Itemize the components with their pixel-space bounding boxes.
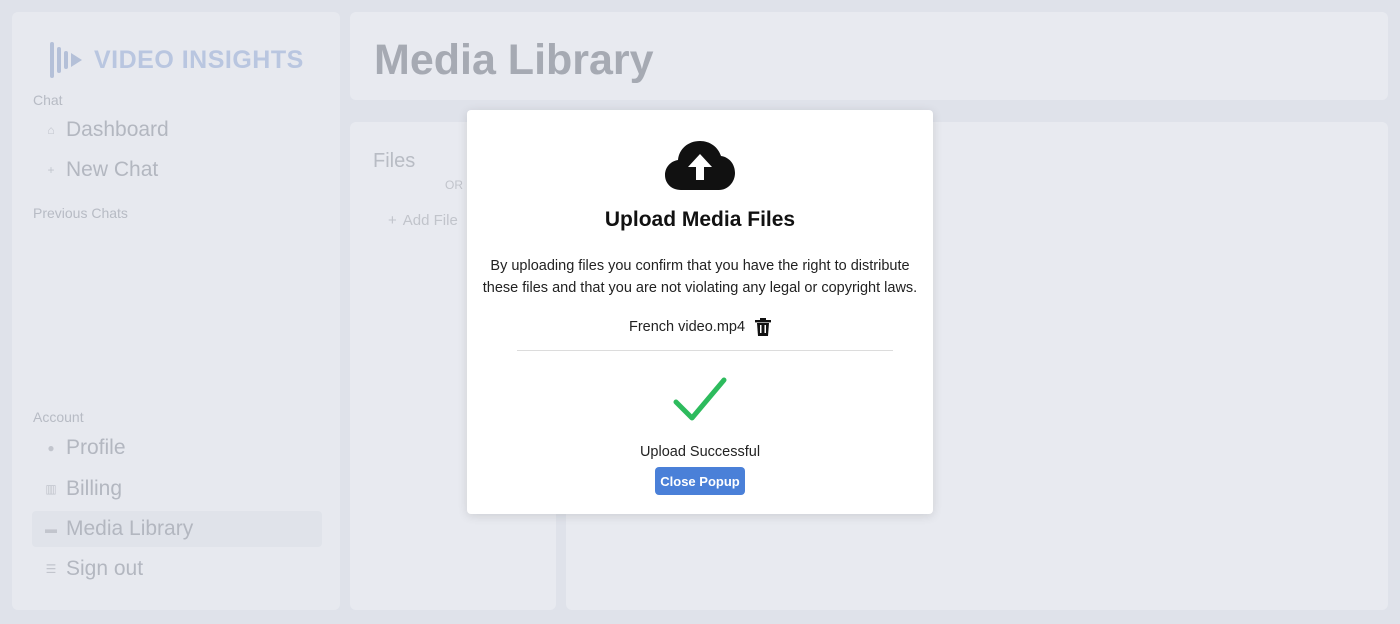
logo-icon [48,42,84,78]
upload-status: Upload Successful [639,444,761,460]
sidebar-item-label: Profile [66,436,126,459]
success-check-icon [673,377,727,421]
sidebar-item-profile[interactable]: ● Profile [32,430,322,466]
close-popup-button[interactable]: Close Popup [655,467,745,495]
sidebar: VIDEO INSIGHTS Chat ⌂ Dashboard + New Ch… [12,12,340,610]
add-file-label: Add File [402,212,458,229]
sidebar-item-new-chat[interactable]: + New Chat [32,152,322,188]
file-name: French video.mp4 [628,319,746,335]
cloud-upload-icon [665,141,735,190]
modal-description: By uploading files you confirm that you … [482,258,918,296]
sidebar-item-label: New Chat [66,158,159,181]
brand-name: VIDEO INSIGHTS [94,45,304,74]
sidebar-item-label: Billing [66,477,123,500]
trash-icon[interactable] [755,318,772,336]
section-label-chat: Chat [33,92,63,108]
sidebar-item-label: Media Library [66,517,194,540]
sidebar-item-sign-out[interactable]: ☰ Sign out [32,551,322,587]
sidebar-item-dashboard[interactable]: ⌂ Dashboard [32,112,322,148]
folder-icon: ▬ [45,522,57,536]
modal-title: Upload Media Files [604,208,796,231]
brand-logo[interactable]: VIDEO INSIGHTS [48,42,304,78]
plus-icon: + [47,163,55,177]
sign-out-icon: ☰ [45,562,57,576]
section-label-account: Account [33,409,84,425]
plus-icon: + [388,212,397,229]
sidebar-item-label: Sign out [66,557,144,580]
user-icon: ● [47,441,55,455]
add-file-button[interactable]: + Add File [388,212,458,229]
divider [517,350,893,351]
upload-modal: Upload Media Files By uploading files yo… [467,110,933,514]
sidebar-item-label: Dashboard [66,118,169,141]
sidebar-item-media-library[interactable]: ▬ Media Library [32,511,322,547]
page-title: Media Library [374,36,654,84]
billing-icon: ▥ [45,482,57,496]
section-label-previous-chats: Previous Chats [33,205,128,221]
or-separator: OR [445,178,463,192]
home-icon: ⌂ [47,123,55,137]
header: Media Library [350,12,1388,100]
uploaded-file-row: French video.mp4 [467,318,933,336]
files-title: Files [373,150,416,172]
sidebar-item-billing[interactable]: ▥ Billing [32,471,322,507]
